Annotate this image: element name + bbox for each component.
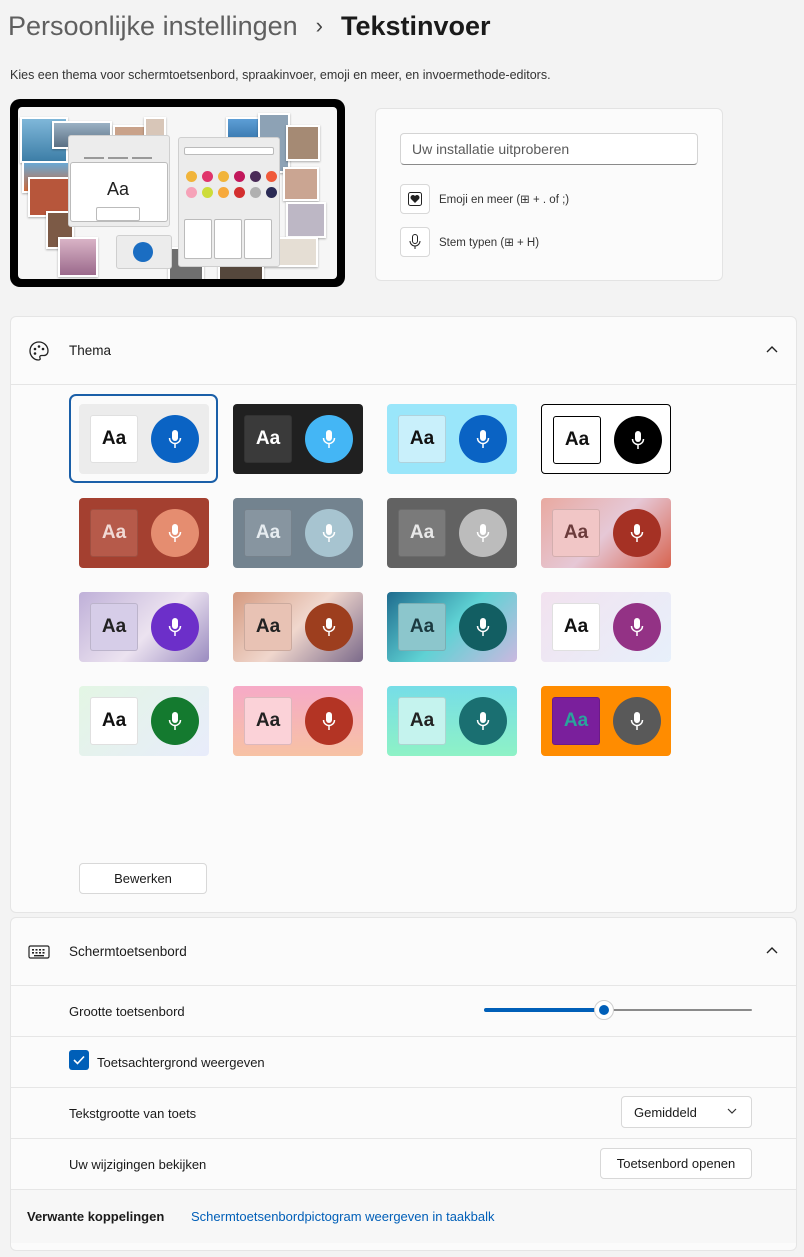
preview-aa-label: Aa	[107, 179, 130, 199]
theme-tile[interactable]: Aa	[387, 592, 517, 662]
key-background-checkbox[interactable]	[69, 1050, 89, 1070]
theme-tile-aa: Aa	[398, 509, 446, 557]
theme-tile-aa: Aa	[90, 415, 138, 463]
preview-mic-icon	[133, 242, 153, 262]
voice-row: Stem typen (⊞ + H)	[400, 227, 539, 257]
key-text-size-value: Gemiddeld	[634, 1104, 697, 1120]
theme-tile[interactable]: Aa	[79, 498, 209, 568]
key-text-size-label: Tekstgrootte van toets	[69, 1105, 197, 1121]
keyboard-size-slider-fill[interactable]	[484, 1008, 604, 1012]
chevron-down-icon	[727, 1108, 737, 1114]
checkmark-icon	[73, 1055, 85, 1065]
breadcrumb-parent[interactable]: Persoonlijke instellingen	[8, 11, 298, 42]
theme-tile-aa: Aa	[90, 603, 138, 651]
preview-wallpaper: Aa	[18, 107, 337, 279]
theme-tile-aa: Aa	[90, 697, 138, 745]
theme-tile-aa: Aa	[552, 509, 600, 557]
theme-preview: Aa	[10, 99, 345, 287]
microphone-icon	[613, 603, 661, 651]
theme-tile-aa: Aa	[398, 697, 446, 745]
theme-tile[interactable]: Aa	[233, 404, 363, 474]
theme-tile[interactable]: Aa	[541, 686, 671, 756]
theme-tile[interactable]: Aa	[387, 498, 517, 568]
theme-tile-aa: Aa	[552, 603, 600, 651]
theme-tile[interactable]: Aa	[79, 686, 209, 756]
emoji-row: Emoji en meer (⊞ + . of ;)	[400, 184, 569, 214]
keyboard-section-title: Schermtoetsenbord	[69, 944, 187, 959]
microphone-icon	[459, 603, 507, 651]
review-changes-label: Uw wijzigingen bekijken	[69, 1156, 207, 1172]
microphone-icon	[613, 509, 661, 557]
key-background-label: Toetsachtergrond weergeven	[97, 1054, 265, 1070]
try-it-card: Emoji en meer (⊞ + . of ;) Stem typen (⊞…	[375, 108, 723, 281]
microphone-icon	[409, 234, 421, 249]
emoji-label: Emoji en meer (⊞ + . of ;)	[439, 194, 570, 206]
theme-tile[interactable]: Aa	[79, 592, 209, 662]
key-text-size-dropdown[interactable]: Gemiddeld	[621, 1096, 752, 1128]
microphone-icon	[613, 697, 661, 745]
theme-tile[interactable]: Aa	[233, 498, 363, 568]
chevron-up-icon	[766, 947, 778, 954]
microphone-icon	[151, 509, 199, 557]
microphone-icon	[305, 415, 353, 463]
breadcrumb: Persoonlijke instellingen › Tekstinvoer	[8, 8, 491, 44]
microphone-icon	[305, 697, 353, 745]
theme-tile-aa: Aa	[244, 415, 292, 463]
theme-tile[interactable]: Aa	[387, 686, 517, 756]
keyboard-section-header[interactable]: Schermtoetsenbord	[11, 918, 796, 986]
edit-theme-button[interactable]: Bewerken	[79, 863, 207, 894]
theme-tile[interactable]: Aa	[387, 404, 517, 474]
theme-tile[interactable]: Aa	[233, 592, 363, 662]
page-description: Kies een thema voor schermtoetsenbord, s…	[10, 68, 551, 82]
theme-tile[interactable]: Aa	[541, 404, 671, 474]
theme-tile[interactable]: Aa	[541, 498, 671, 568]
try-it-input[interactable]	[400, 133, 698, 165]
key-background-row: Toetsachtergrond weergeven	[11, 1036, 796, 1087]
theme-tile-aa: Aa	[398, 415, 446, 463]
theme-section-header[interactable]: Thema	[11, 317, 796, 385]
microphone-icon	[459, 509, 507, 557]
emoji-heart-icon	[408, 192, 422, 206]
theme-tile-aa: Aa	[398, 603, 446, 651]
theme-tile[interactable]: Aa	[79, 404, 209, 474]
microphone-icon	[459, 415, 507, 463]
keyboard-size-slider-thumb[interactable]	[594, 1000, 614, 1020]
theme-tile-aa: Aa	[244, 697, 292, 745]
chevron-up-icon	[766, 346, 778, 353]
theme-tile[interactable]: Aa	[233, 686, 363, 756]
theme-tile[interactable]: Aa	[541, 592, 671, 662]
theme-tile-aa: Aa	[244, 603, 292, 651]
microphone-icon	[305, 603, 353, 651]
microphone-icon	[614, 416, 662, 464]
theme-tile-aa: Aa	[90, 509, 138, 557]
microphone-icon	[151, 415, 199, 463]
taskbar-keyboard-icon-link[interactable]: Schermtoetsenbordpictogram weergeven in …	[191, 1209, 495, 1224]
theme-section-title: Thema	[69, 343, 112, 358]
related-links: Verwante koppelingen Schermtoetsenbordpi…	[11, 1189, 796, 1243]
keyboard-icon	[28, 944, 50, 959]
open-keyboard-button[interactable]: Toetsenbord openen	[600, 1148, 752, 1179]
microphone-icon	[151, 697, 199, 745]
theme-tile-aa: Aa	[553, 416, 601, 464]
keyboard-size-label: Grootte toetsenbord	[69, 1003, 185, 1019]
emoji-button[interactable]	[400, 184, 430, 214]
voice-typing-button[interactable]	[400, 227, 430, 257]
keyboard-size-slider-track[interactable]	[606, 1009, 752, 1011]
voice-label: Stem typen (⊞ + H)	[439, 237, 540, 249]
page-title: Tekstinvoer	[341, 10, 491, 41]
breadcrumb-separator-icon: ›	[315, 13, 323, 38]
microphone-icon	[151, 603, 199, 651]
microphone-icon	[459, 697, 507, 745]
related-links-label: Verwante koppelingen	[27, 1209, 165, 1224]
theme-tile-aa: Aa	[244, 509, 292, 557]
theme-tile-aa: Aa	[552, 697, 600, 745]
microphone-icon	[305, 509, 353, 557]
palette-icon	[29, 340, 49, 361]
